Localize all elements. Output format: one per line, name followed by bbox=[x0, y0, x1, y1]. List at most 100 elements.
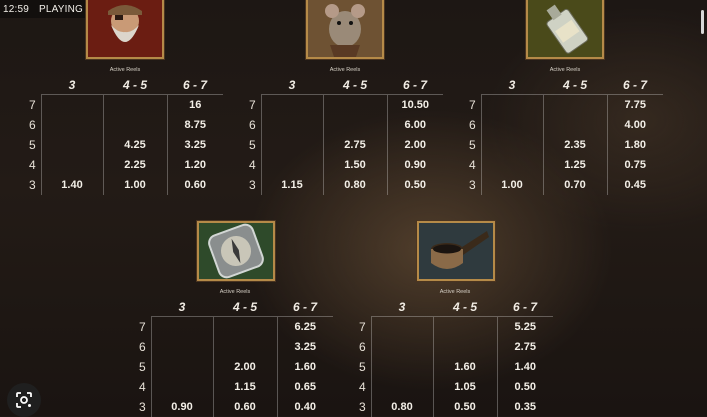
pay-4-5: 2.00 bbox=[212, 357, 277, 377]
pay-6-7: 5.25 bbox=[496, 316, 553, 337]
header-4-5: 4 - 5 bbox=[543, 76, 607, 95]
header-6-7: 6 - 7 bbox=[167, 76, 223, 95]
bottle-icon bbox=[526, 0, 604, 59]
table-row: 5 2.75 2.00 bbox=[247, 135, 443, 155]
table-row: 7 5.25 bbox=[357, 316, 553, 337]
paytable: 3 4 - 5 6 - 7 7 5.25 6 2.75 5 1.60 1.40 4 1.0… bbox=[357, 298, 553, 417]
active-reels-label: Active Reels bbox=[549, 67, 581, 73]
paytable: 3 4 - 5 6 - 7 7 7.75 6 4.00 5 2.35 1.80 4 1.2… bbox=[467, 76, 663, 195]
table-row: 5 2.35 1.80 bbox=[467, 135, 663, 155]
pay-6-7: 7.75 bbox=[606, 94, 663, 115]
pay-3 bbox=[150, 357, 213, 377]
pay-3 bbox=[150, 337, 213, 357]
symbol-count: 6 bbox=[29, 118, 36, 132]
table-row: 7 16 bbox=[27, 94, 223, 115]
table-row: 5 2.00 1.60 bbox=[137, 357, 333, 377]
pay-4-5: 1.00 bbox=[102, 175, 167, 195]
pay-3 bbox=[40, 155, 103, 175]
pay-3 bbox=[480, 155, 543, 175]
paytable: 3 4 - 5 6 - 7 7 16 6 8.75 5 4.25 3.25 4 2.25 1… bbox=[27, 76, 223, 195]
pay-4-5: 0.60 bbox=[212, 397, 277, 417]
table-row: 4 1.05 0.50 bbox=[357, 377, 553, 397]
header-4-5: 4 - 5 bbox=[433, 298, 497, 317]
pay-4-5: 1.05 bbox=[432, 377, 497, 397]
pay-4-5 bbox=[432, 337, 497, 357]
pay-4-5 bbox=[322, 94, 387, 115]
table-row: 3 0.90 0.60 0.40 bbox=[137, 397, 333, 417]
pay-4-5: 1.60 bbox=[432, 357, 497, 377]
pay-6-7: 6.25 bbox=[276, 316, 333, 337]
header-6-7: 6 - 7 bbox=[607, 76, 663, 95]
table-row: 6 3.25 bbox=[137, 337, 333, 357]
lens-icon bbox=[16, 392, 32, 408]
pay-6-7: 16 bbox=[166, 94, 223, 115]
symbol-count: 3 bbox=[469, 178, 476, 192]
table-row: 5 1.60 1.40 bbox=[357, 357, 553, 377]
symbol-count: 7 bbox=[29, 97, 36, 112]
symbol-count: 4 bbox=[139, 380, 146, 394]
pay-4-5: 0.70 bbox=[542, 175, 607, 195]
compass-icon bbox=[197, 221, 275, 281]
table-row: 4 1.15 0.65 bbox=[137, 377, 333, 397]
pay-3 bbox=[40, 94, 103, 115]
symbol-count: 5 bbox=[359, 360, 366, 374]
pay-3: 0.80 bbox=[370, 397, 433, 417]
table-row: 3 0.80 0.50 0.35 bbox=[357, 397, 553, 417]
table-row: 6 2.75 bbox=[357, 337, 553, 357]
pay-3 bbox=[260, 135, 323, 155]
lens-button[interactable] bbox=[7, 383, 41, 417]
pay-4-5: 1.50 bbox=[322, 155, 387, 175]
symbol-count: 7 bbox=[139, 319, 146, 334]
pay-3 bbox=[480, 135, 543, 155]
table-row: 6 4.00 bbox=[467, 115, 663, 135]
table-row: 5 4.25 3.25 bbox=[27, 135, 223, 155]
symbol-count: 3 bbox=[139, 400, 146, 414]
symbol-count: 7 bbox=[249, 97, 256, 112]
header-4-5: 4 - 5 bbox=[213, 298, 277, 317]
table-row: 7 7.75 bbox=[467, 94, 663, 115]
header-3: 3 bbox=[261, 76, 323, 95]
pay-3: 1.15 bbox=[260, 175, 323, 195]
header-3: 3 bbox=[41, 76, 103, 95]
symbol-count: 5 bbox=[29, 138, 36, 152]
pay-4-5 bbox=[102, 94, 167, 115]
pay-6-7: 0.40 bbox=[276, 397, 333, 417]
pay-6-7: 0.50 bbox=[496, 377, 553, 397]
symbol-count: 6 bbox=[139, 340, 146, 354]
pay-4-5: 2.75 bbox=[322, 135, 387, 155]
pay-3 bbox=[150, 377, 213, 397]
symbol-count: 3 bbox=[249, 178, 256, 192]
header-6-7: 6 - 7 bbox=[277, 298, 333, 317]
scrollbar-thumb[interactable] bbox=[701, 10, 704, 34]
pipe-icon bbox=[417, 221, 495, 281]
pay-6-7: 0.60 bbox=[166, 175, 223, 195]
pay-3 bbox=[370, 377, 433, 397]
pay-6-7: 1.60 bbox=[276, 357, 333, 377]
table-row: 4 1.50 0.90 bbox=[247, 155, 443, 175]
pay-4-5: 4.25 bbox=[102, 135, 167, 155]
pay-6-7: 1.20 bbox=[166, 155, 223, 175]
pay-3 bbox=[260, 155, 323, 175]
table-row: 6 8.75 bbox=[27, 115, 223, 135]
table-row: 4 1.25 0.75 bbox=[467, 155, 663, 175]
pay-4-5: 2.25 bbox=[102, 155, 167, 175]
pay-6-7: 6.00 bbox=[386, 115, 443, 135]
table-row: 7 10.50 bbox=[247, 94, 443, 115]
pay-6-7: 10.50 bbox=[386, 94, 443, 115]
pay-3 bbox=[370, 316, 433, 337]
symbol-count: 5 bbox=[249, 138, 256, 152]
paytable: 3 4 - 5 6 - 7 7 10.50 6 6.00 5 2.75 2.00 4 1.… bbox=[247, 76, 443, 195]
header-3: 3 bbox=[481, 76, 543, 95]
pay-4-5 bbox=[212, 337, 277, 357]
symbol-count: 6 bbox=[359, 340, 366, 354]
header-6-7: 6 - 7 bbox=[497, 298, 553, 317]
symbol-count: 4 bbox=[359, 380, 366, 394]
header-3: 3 bbox=[151, 298, 213, 317]
pay-4-5: 0.50 bbox=[432, 397, 497, 417]
header-4-5: 4 - 5 bbox=[103, 76, 167, 95]
symbol-count: 3 bbox=[29, 178, 36, 192]
symbol-count: 7 bbox=[469, 97, 476, 112]
dwarf-icon bbox=[86, 0, 164, 59]
symbol-count: 7 bbox=[359, 319, 366, 334]
pay-4-5 bbox=[322, 115, 387, 135]
